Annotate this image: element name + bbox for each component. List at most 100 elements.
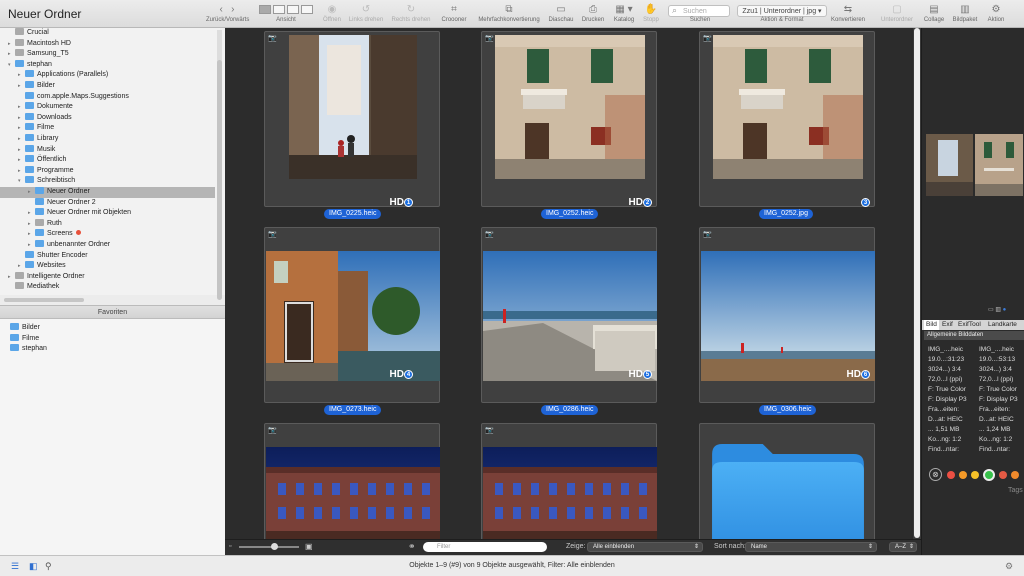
color-label-red-2[interactable] — [999, 471, 1007, 479]
thumbnail-cell[interactable]: 📷 HD 5 — [481, 227, 657, 403]
binoculars-icon[interactable]: ⚭ — [408, 541, 416, 552]
thumbnail-cell[interactable]: 📷 HD 1 — [264, 31, 440, 208]
grid-scroll-thumb[interactable] — [914, 28, 920, 538]
disclosure-arrow-icon[interactable]: ▾ — [18, 176, 25, 187]
stop-button[interactable]: ✋ Stopp — [642, 3, 660, 27]
favorite-item[interactable]: Filme — [0, 333, 215, 345]
info-tab[interactable]: ExifTool — [958, 320, 981, 330]
info-tab[interactable]: Exif — [942, 320, 953, 330]
disclosure-arrow-icon[interactable]: ▸ — [18, 155, 25, 166]
favorite-item[interactable]: stephan — [0, 344, 215, 355]
disclosure-arrow-icon[interactable]: ▸ — [18, 261, 25, 272]
tree-item[interactable]: ▸ unbenannter Ordner — [0, 240, 215, 251]
tree-item[interactable]: ▸ Filme — [0, 123, 215, 134]
rotate-right-button[interactable]: ↻ Rechts drehen — [390, 3, 432, 27]
no-color-label-button[interactable]: ⊗ — [929, 468, 942, 481]
disclosure-arrow-icon[interactable]: ▸ — [8, 49, 15, 60]
info-tab[interactable]: Bild — [924, 320, 939, 330]
print-button[interactable]: ⎙ Drucken — [580, 3, 606, 27]
preview-mode-icons[interactable]: ▭ ▥ ● — [988, 306, 1006, 313]
disclosure-arrow-icon[interactable]: ▸ — [18, 81, 25, 92]
subfolder-button[interactable]: ▢ Unterordner — [876, 3, 918, 27]
tree-item[interactable]: Crucial — [0, 28, 215, 39]
color-label-orange[interactable] — [959, 471, 967, 479]
tree-item[interactable]: ▸ Programme — [0, 165, 215, 177]
disclosure-arrow-icon[interactable]: ▸ — [28, 208, 35, 219]
tree-item[interactable]: ▸ Applications (Parallels) — [0, 70, 215, 81]
collage-button[interactable]: ▤ Collage — [922, 3, 946, 27]
action-button[interactable]: ⚙ Aktion — [984, 3, 1008, 27]
view-control[interactable]: Ansicht — [257, 3, 315, 27]
thumbnail-cell[interactable]: 📷 3 — [699, 31, 875, 207]
disclosure-arrow-icon[interactable]: ▸ — [18, 145, 25, 156]
batch-convert-button[interactable]: ⧉ Mehrfachkonvertierung — [475, 3, 543, 27]
tree-item[interactable]: Mediathek — [0, 282, 215, 293]
disclosure-arrow-icon[interactable]: ▸ — [8, 39, 15, 50]
info-tab[interactable]: Landkarte — [988, 320, 1017, 330]
list-view-icon[interactable]: ☰ — [11, 561, 19, 571]
tree-item[interactable]: Neuer Ordner 2 — [0, 197, 215, 209]
sidebar-toggle-icon[interactable]: ◧ — [29, 561, 38, 571]
hierarchy-icon[interactable]: ⚲ — [45, 561, 52, 571]
color-label-orange-2[interactable] — [1011, 471, 1019, 479]
disclosure-arrow-icon[interactable]: ▸ — [18, 70, 25, 81]
color-label-green[interactable] — [983, 469, 995, 481]
tree-scroll-thumb[interactable] — [217, 60, 222, 300]
tree-item[interactable]: ▸ Bilder — [0, 81, 215, 92]
thumbnail-size-slider[interactable] — [239, 543, 299, 550]
search-input[interactable]: Suchen — [668, 5, 730, 17]
disclosure-arrow-icon[interactable]: ▸ — [18, 123, 25, 134]
image-package-button[interactable]: ▥ Bildpaket — [950, 3, 980, 27]
thumbnail-filename[interactable]: IMG_0306.heic — [759, 405, 817, 415]
catalog-button[interactable]: ▦ ▾ Katalog — [610, 3, 638, 27]
tree-item[interactable]: ▸ Dokumente — [0, 102, 215, 113]
back-forward-button[interactable]: ‹ › Zurück/Vorwärts — [206, 3, 249, 27]
thumbnail-filename[interactable]: IMG_0286.heic — [541, 405, 599, 415]
open-button[interactable]: ◉ Öffnen — [321, 3, 343, 27]
filter-input[interactable]: Filter — [423, 542, 547, 552]
tree-item[interactable]: ▾ Schreibtisch — [0, 176, 215, 187]
disclosure-arrow-icon[interactable]: ▸ — [18, 113, 25, 124]
tree-item[interactable]: ▸ Downloads — [0, 112, 215, 124]
thumbnail-cell[interactable]: 📷 HD 2 — [481, 31, 657, 208]
disclosure-arrow-icon[interactable]: ▸ — [28, 187, 35, 198]
gear-icon[interactable]: ⚙ — [1005, 561, 1013, 571]
thumbnail-filename[interactable]: IMG_0273.heic — [324, 405, 382, 415]
thumbnail-cell[interactable]: 📷 — [264, 423, 440, 539]
disclosure-arrow-icon[interactable]: ▸ — [28, 240, 35, 251]
tree-item[interactable]: ▸ Neuer Ordner — [0, 187, 215, 198]
tree-item[interactable]: ▸ Ruth — [0, 218, 215, 230]
disclosure-arrow-icon[interactable]: ▾ — [8, 60, 15, 71]
show-select[interactable]: Alle einblenden ⇕ — [587, 542, 703, 552]
tree-item[interactable]: ▸ Library — [0, 134, 215, 145]
disclosure-arrow-icon[interactable]: ▸ — [18, 166, 25, 177]
tree-item[interactable]: com.apple.Maps.Suggestions — [0, 91, 215, 103]
disclosure-arrow-icon[interactable]: ▸ — [28, 229, 35, 240]
tree-item[interactable]: ▾ stephan — [0, 59, 215, 71]
order-select[interactable]: A–Z ⇕ — [889, 542, 917, 552]
disclosure-arrow-icon[interactable]: ▸ — [18, 102, 25, 113]
thumbnail-cell[interactable]: 📷 HD 6 — [699, 227, 875, 403]
convert-button[interactable]: ⇆ Konvertieren — [828, 3, 868, 27]
thumbnail-cell[interactable] — [699, 423, 875, 539]
thumbnail-cell[interactable]: 📷 HD 4 — [264, 227, 440, 403]
path-format-select[interactable]: Zzu1 | Unterordner | jpg ▾ — [737, 5, 827, 17]
tree-item[interactable]: ▸ Websites — [0, 261, 215, 272]
tree-scrollbar[interactable] — [217, 30, 222, 300]
favorite-item[interactable]: Bilder — [0, 323, 215, 334]
tree-item[interactable]: Shutter Encoder — [0, 250, 215, 262]
thumbnail-cell[interactable]: 📷 — [481, 423, 657, 539]
crop-button[interactable]: ⌗ Croooner — [438, 3, 470, 27]
tree-item[interactable]: ▸ Samsung_T5 — [0, 49, 215, 60]
tree-item[interactable]: ▸ Neuer Ordner mit Objekten — [0, 208, 215, 219]
tree-item[interactable]: ▸ Screens — [0, 229, 215, 240]
color-label-red[interactable] — [947, 471, 955, 479]
thumbnail-filename[interactable]: IMG_0225.heic — [324, 209, 382, 219]
tree-item[interactable]: ▸ Musik — [0, 144, 215, 156]
tree-item[interactable]: ▸ Macintosh HD — [0, 38, 215, 50]
disclosure-arrow-icon[interactable]: ▸ — [18, 134, 25, 145]
tree-item[interactable]: ▸ Öffentlich — [0, 155, 215, 166]
thumbnail-filename[interactable]: IMG_0252.heic — [541, 209, 599, 219]
disclosure-arrow-icon[interactable]: ▸ — [8, 272, 15, 283]
slideshow-button[interactable]: ▭ Diaschau — [546, 3, 576, 27]
